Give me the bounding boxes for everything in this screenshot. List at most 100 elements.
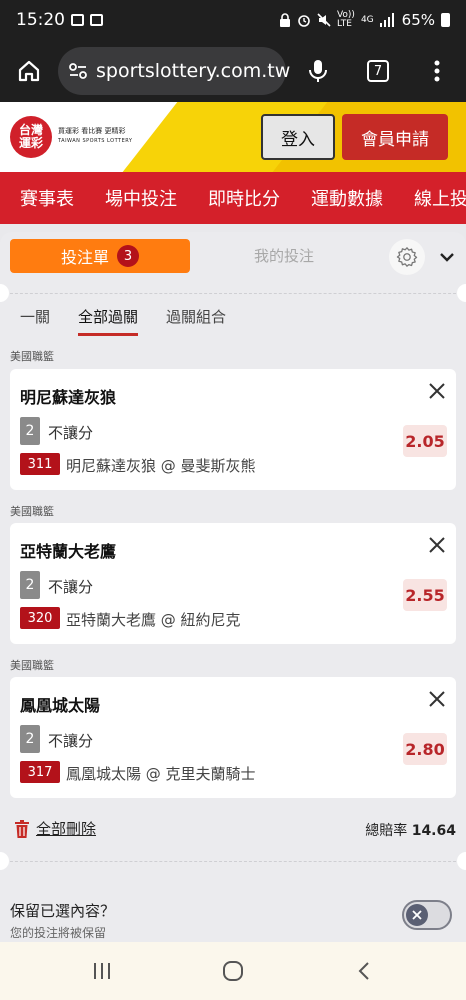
lock-icon [279, 13, 290, 27]
nav-item-sports-data[interactable]: 運動數據 [291, 185, 383, 211]
subtab-single[interactable]: 一關 [20, 306, 50, 336]
keep-selection-title: 保留已選內容？ [10, 902, 116, 920]
close-icon [429, 537, 445, 553]
bet-team: 明尼蘇達灰狼 [20, 388, 117, 407]
remove-bet-button[interactable] [424, 532, 450, 558]
address-bar[interactable]: sportslottery.com.tw [58, 47, 290, 95]
network-indicator: 4G [360, 14, 374, 25]
close-icon [429, 383, 445, 399]
register-button[interactable]: 會員申請 [342, 114, 448, 160]
betslip-summary: 全部刪除 總賠率 14.64 [0, 818, 466, 842]
league-label: 美國職籃 [10, 659, 54, 672]
chevron-down-icon [440, 253, 454, 262]
game-number: 320 [20, 607, 60, 629]
game-number: 311 [20, 453, 60, 475]
collapse-button[interactable] [434, 244, 460, 270]
volte-indicator: Vo)) LTE [336, 10, 355, 29]
market-number: 2 [20, 417, 40, 445]
odds-value: 2.55 [403, 579, 447, 611]
recents-icon [94, 963, 110, 979]
league-label: 美國職籃 [10, 505, 54, 518]
market-number: 2 [20, 725, 40, 753]
match-name: 明尼蘇達灰狼 @ 曼斐斯灰熊 [66, 457, 256, 475]
market-number: 2 [20, 571, 40, 599]
battery-percent: 65% [401, 11, 435, 29]
more-vert-icon [434, 60, 440, 82]
keep-selection-toggle[interactable] [402, 900, 452, 930]
back-icon [358, 962, 369, 980]
league-label: 美國職籃 [10, 350, 54, 363]
bet-team: 鳳凰城太陽 [20, 696, 101, 715]
microphone-icon [309, 60, 327, 82]
keep-selection-subtitle: 您的投注將被保留 [10, 926, 107, 940]
settings-button[interactable] [389, 239, 425, 275]
mute-icon [317, 13, 331, 27]
clock: 15:20 [16, 10, 65, 30]
odds-value: 2.05 [403, 425, 447, 457]
browser-menu-button[interactable] [408, 40, 466, 102]
ticket-notch [457, 284, 466, 302]
close-icon [412, 910, 422, 920]
url-text: sportslottery.com.tw [96, 60, 291, 82]
odds-value: 2.80 [403, 733, 447, 765]
remove-bet-button[interactable] [424, 686, 450, 712]
nav-item-schedule[interactable]: 賽事表 [0, 185, 74, 211]
market-name: 不讓分 [48, 424, 94, 442]
subtab-parlay-combo[interactable]: 過關組合 [166, 306, 226, 336]
login-button[interactable]: 登入 [261, 114, 335, 160]
site-header: 台灣 運彩 買運彩 看比賽 更精彩 TAIWAN SPORTS LOTTERY … [0, 102, 466, 172]
delete-all-button[interactable]: 全部刪除 [14, 818, 96, 839]
screenshot-icon [71, 14, 84, 26]
home-icon [18, 60, 40, 82]
remove-bet-button[interactable] [424, 378, 450, 404]
battery-icon [441, 13, 450, 27]
betslip-tab-bar: 投注單 3 我的投注 [0, 232, 466, 284]
dashed-divider [0, 293, 466, 294]
tab-betslip[interactable]: 投注單 3 [10, 239, 190, 273]
home-circle-icon [223, 961, 243, 981]
voice-search-button[interactable] [288, 40, 348, 102]
home-button[interactable] [0, 40, 58, 102]
bet-card: 亞特蘭大老鷹 2 不讓分 320 亞特蘭大老鷹 @ 紐約尼克 2.55 [10, 523, 456, 644]
market-name: 不讓分 [48, 732, 94, 750]
logo-tagline: 買運彩 看比賽 更精彩 TAIWAN SPORTS LOTTERY [58, 127, 133, 144]
signal-icon [379, 13, 394, 27]
keep-selection-row: 保留已選內容？ 您的投注將被保留 [0, 892, 466, 942]
match-name: 亞特蘭大老鷹 @ 紐約尼克 [66, 611, 241, 629]
tab-my-bets[interactable]: 我的投注 [200, 245, 368, 266]
total-odds: 總賠率 14.64 [365, 823, 456, 839]
site-logo[interactable]: 台灣 運彩 [10, 116, 52, 158]
dashed-divider [0, 861, 466, 862]
trash-icon [15, 819, 29, 838]
site-settings-icon[interactable] [68, 61, 88, 81]
gear-icon [396, 247, 418, 267]
ticket-notch [0, 284, 9, 302]
browser-toolbar: sportslottery.com.tw 7 [0, 40, 466, 102]
subtab-all-parlay[interactable]: 全部過關 [78, 306, 139, 336]
main-nav: 賽事表 場中投注 即時比分 運動數據 線上投 [0, 172, 466, 224]
home-system-button[interactable] [203, 942, 263, 1000]
nav-item-online[interactable]: 線上投 [394, 185, 466, 211]
tab-count: 7 [367, 60, 389, 82]
alarm-icon [298, 15, 310, 27]
bet-card: 明尼蘇達灰狼 2 不讓分 311 明尼蘇達灰狼 @ 曼斐斯灰熊 2.05 [10, 369, 456, 490]
market-name: 不讓分 [48, 578, 94, 596]
recent-apps-button[interactable] [72, 942, 132, 1000]
tab-switcher-button[interactable]: 7 [348, 40, 408, 102]
parlay-subtabs: 一關 全部過關 過關組合 [0, 306, 466, 340]
betslip-panel: 投注單 3 我的投注 一關 全部過關 過關組合 美國職籃 明尼蘇達灰狼 2 不讓… [0, 232, 466, 942]
game-number: 317 [20, 761, 60, 783]
nav-item-live-scores[interactable]: 即時比分 [188, 185, 280, 211]
sim-icon [90, 14, 103, 26]
ticket-notch [457, 852, 466, 870]
betslip-count-badge: 3 [117, 245, 139, 267]
close-icon [429, 691, 445, 707]
bet-team: 亞特蘭大老鷹 [20, 542, 117, 561]
bet-card: 鳳凰城太陽 2 不讓分 317 鳳凰城太陽 @ 克里夫蘭騎士 2.80 [10, 677, 456, 798]
ticket-notch [0, 852, 9, 870]
back-button[interactable] [334, 942, 394, 1000]
system-navigation-bar [0, 942, 466, 1000]
nav-item-live-betting[interactable]: 場中投注 [85, 185, 177, 211]
status-bar: 15:20 Vo)) LTE 4G 65% [0, 0, 466, 40]
match-name: 鳳凰城太陽 @ 克里夫蘭騎士 [66, 765, 256, 783]
